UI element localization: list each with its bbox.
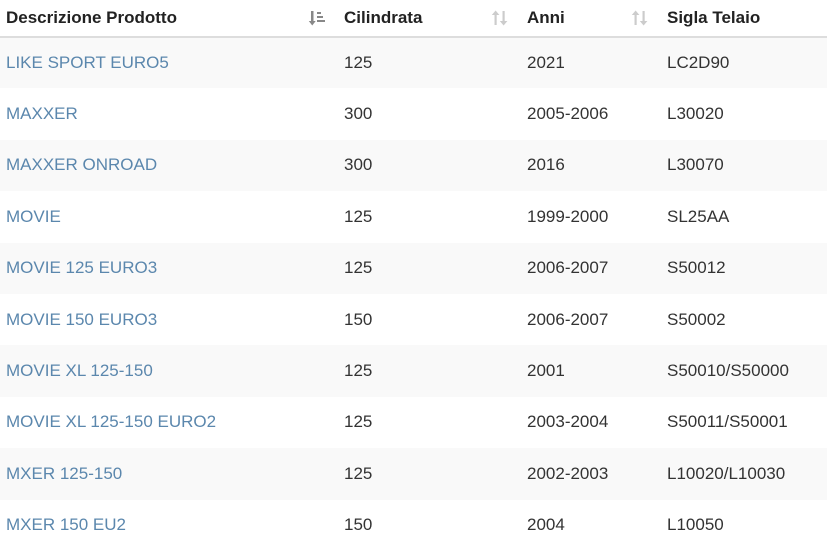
product-link[interactable]: MXER 125-150: [6, 464, 122, 483]
product-link[interactable]: MXER 150 EU2: [6, 515, 126, 534]
column-header-descrizione[interactable]: Descrizione Prodotto: [0, 0, 336, 38]
cell-cilindrata: 150: [336, 499, 519, 551]
cell-sigla-telaio: L10050: [659, 499, 827, 551]
cell-descrizione-prodotto: MXER 125-150: [0, 448, 336, 500]
table-row: MAXXER 300 2005-2006 L30020: [0, 88, 827, 140]
table-header-row: Descrizione Prodotto Cilindrata Anni Sig…: [0, 0, 827, 38]
cell-descrizione-prodotto: MAXXER ONROAD: [0, 139, 336, 192]
cell-anni: 2021: [519, 37, 659, 89]
cell-cilindrata: 125: [336, 37, 519, 89]
column-header-anni[interactable]: Anni: [519, 0, 659, 38]
cell-descrizione-prodotto: MOVIE 150 EURO3: [0, 293, 336, 346]
table-row: MOVIE XL 125-150 125 2001 S50010/S50000: [0, 345, 827, 397]
cell-anni: 1999-2000: [519, 191, 659, 243]
cell-cilindrata: 150: [336, 293, 519, 346]
cell-anni: 2004: [519, 499, 659, 551]
cell-cilindrata: 125: [336, 242, 519, 294]
cell-cilindrata: 125: [336, 191, 519, 243]
cell-anni: 2005-2006: [519, 88, 659, 140]
cell-sigla-telaio: L10020/L10030: [659, 448, 827, 500]
cell-descrizione-prodotto: MOVIE XL 125-150 EURO2: [0, 396, 336, 449]
cell-cilindrata: 300: [336, 139, 519, 192]
table-row: LIKE SPORT EURO5 125 2021 LC2D90: [0, 37, 827, 89]
column-header-label: Cilindrata: [344, 8, 423, 27]
cell-sigla-telaio: SL25AA: [659, 191, 827, 243]
column-header-label: Anni: [527, 8, 565, 27]
cell-descrizione-prodotto: MAXXER: [0, 88, 336, 140]
cell-sigla-telaio: S50010/S50000: [659, 345, 827, 397]
table-row: MOVIE 125 EURO3 125 2006-2007 S50012: [0, 242, 827, 294]
cell-cilindrata: 125: [336, 396, 519, 449]
cell-descrizione-prodotto: LIKE SPORT EURO5: [0, 37, 336, 89]
cell-descrizione-prodotto: MOVIE 125 EURO3: [0, 242, 336, 294]
product-link[interactable]: MOVIE 150 EURO3: [6, 310, 157, 329]
table-body: LIKE SPORT EURO5 125 2021 LC2D90 MAXXER 300 20…: [0, 37, 827, 551]
product-link[interactable]: MOVIE: [6, 207, 61, 226]
cell-anni: 2016: [519, 139, 659, 192]
column-header-cilindrata[interactable]: Cilindrata: [336, 0, 519, 38]
sort-both-icon[interactable]: [631, 9, 649, 27]
cell-anni: 2006-2007: [519, 242, 659, 294]
product-link[interactable]: LIKE SPORT EURO5: [6, 53, 169, 72]
column-header-label: Sigla Telaio: [667, 8, 761, 27]
table-row: MOVIE 150 EURO3 150 2006-2007 S50002: [0, 293, 827, 346]
cell-sigla-telaio: L30020: [659, 88, 827, 140]
column-header-sigla-telaio[interactable]: Sigla Telaio: [659, 0, 827, 38]
cell-descrizione-prodotto: MOVIE XL 125-150: [0, 345, 336, 397]
product-link[interactable]: MOVIE 125 EURO3: [6, 258, 157, 277]
cell-cilindrata: 300: [336, 88, 519, 140]
cell-cilindrata: 125: [336, 448, 519, 500]
cell-descrizione-prodotto: MXER 150 EU2: [0, 499, 336, 551]
cell-sigla-telaio: LC2D90: [659, 37, 827, 89]
product-table: Descrizione Prodotto Cilindrata Anni Sig…: [0, 0, 827, 551]
table-row: MAXXER ONROAD 300 2016 L30070: [0, 139, 827, 192]
table-row: MOVIE 125 1999-2000 SL25AA: [0, 191, 827, 243]
cell-sigla-telaio: S50011/S50001: [659, 396, 827, 449]
cell-anni: 2002-2003: [519, 448, 659, 500]
table-row: MXER 150 EU2 150 2004 L10050: [0, 499, 827, 551]
cell-sigla-telaio: L30070: [659, 139, 827, 192]
cell-anni: 2003-2004: [519, 396, 659, 449]
table-row: MXER 125-150 125 2002-2003 L10020/L10030: [0, 448, 827, 500]
column-header-label: Descrizione Prodotto: [6, 8, 177, 27]
product-link[interactable]: MAXXER: [6, 104, 78, 123]
product-link[interactable]: MAXXER ONROAD: [6, 155, 157, 174]
product-link[interactable]: MOVIE XL 125-150 EURO2: [6, 412, 216, 431]
cell-descrizione-prodotto: MOVIE: [0, 191, 336, 243]
product-link[interactable]: MOVIE XL 125-150: [6, 361, 153, 380]
sort-desc-icon[interactable]: [308, 9, 326, 27]
cell-anni: 2001: [519, 345, 659, 397]
cell-anni: 2006-2007: [519, 293, 659, 346]
sort-both-icon[interactable]: [491, 9, 509, 27]
cell-sigla-telaio: S50012: [659, 242, 827, 294]
cell-sigla-telaio: S50002: [659, 293, 827, 346]
cell-cilindrata: 125: [336, 345, 519, 397]
table-row: MOVIE XL 125-150 EURO2 125 2003-2004 S50011…: [0, 396, 827, 449]
